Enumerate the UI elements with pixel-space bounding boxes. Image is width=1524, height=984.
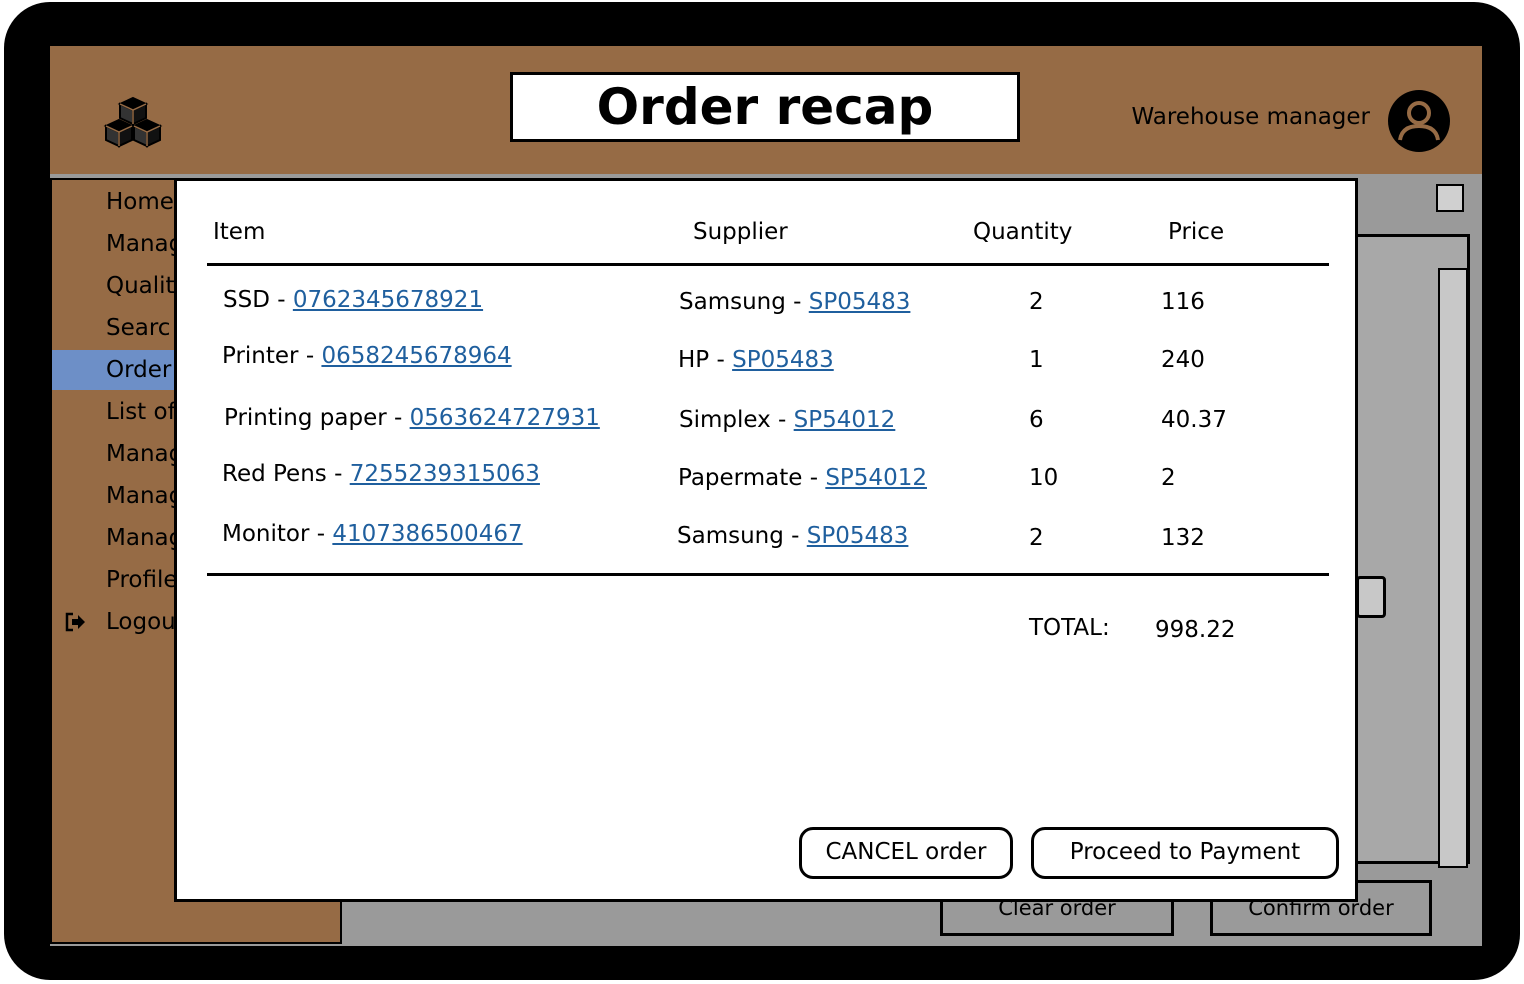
- item-cell: Monitor - 4107386500467: [222, 521, 523, 547]
- cancel-order-button[interactable]: CANCEL order: [799, 827, 1013, 879]
- item-cell: Printing paper - 0563624727931: [224, 405, 600, 431]
- quantity-cell: 2: [1029, 289, 1044, 315]
- proceed-to-payment-button[interactable]: Proceed to Payment: [1031, 827, 1339, 879]
- price-cell: 132: [1161, 525, 1205, 551]
- quantity-cell: 10: [1029, 465, 1059, 491]
- user-role-label: Warehouse manager: [1131, 104, 1370, 130]
- supplier-cell: Samsung - SP05483: [677, 523, 909, 549]
- boxes-logo-icon: [103, 96, 163, 148]
- device-frame: Order recap Warehouse manager Home Manag…: [4, 2, 1520, 980]
- supplier-cell: Papermate - SP54012: [678, 465, 927, 491]
- supplier-code-link[interactable]: SP05483: [807, 523, 909, 549]
- total-label: TOTAL:: [1029, 615, 1110, 641]
- item-code-link[interactable]: 0658245678964: [321, 343, 511, 369]
- item-cell: Printer - 0658245678964: [222, 343, 512, 369]
- item-code-link[interactable]: 0762345678921: [293, 287, 483, 313]
- supplier-cell: HP - SP05483: [678, 347, 834, 373]
- footer-divider: [207, 573, 1329, 576]
- column-header-item: Item: [213, 219, 266, 245]
- column-header-price: Price: [1168, 219, 1225, 245]
- supplier-cell: Simplex - SP54012: [679, 407, 896, 433]
- quantity-cell: 1: [1029, 347, 1044, 373]
- app-header: Order recap Warehouse manager: [50, 46, 1482, 174]
- user-avatar-icon[interactable]: [1386, 88, 1452, 154]
- supplier-code-link[interactable]: SP54012: [825, 465, 927, 491]
- background-scrollbar: [1438, 268, 1468, 868]
- price-cell: 2: [1161, 465, 1176, 491]
- item-cell: Red Pens - 7255239315063: [222, 461, 540, 487]
- supplier-cell: Samsung - SP05483: [679, 289, 911, 315]
- price-cell: 116: [1161, 289, 1205, 315]
- item-cell: SSD - 0762345678921: [223, 287, 484, 313]
- logout-icon: [65, 612, 85, 632]
- quantity-cell: 6: [1029, 407, 1044, 433]
- column-header-supplier: Supplier: [693, 219, 788, 245]
- page-title: Order recap: [510, 72, 1020, 142]
- background-stepper: [1356, 576, 1386, 618]
- item-code-link[interactable]: 7255239315063: [350, 461, 540, 487]
- header-divider: [207, 263, 1329, 266]
- supplier-code-link[interactable]: SP05483: [732, 347, 834, 373]
- quantity-cell: 2: [1029, 525, 1044, 551]
- price-cell: 240: [1161, 347, 1205, 373]
- calendar-icon: [1436, 184, 1464, 212]
- order-recap-modal: Item Supplier Quantity Price SSD - 07623…: [174, 178, 1358, 902]
- item-code-link[interactable]: 0563624727931: [410, 405, 600, 431]
- supplier-code-link[interactable]: SP54012: [794, 407, 896, 433]
- supplier-code-link[interactable]: SP05483: [809, 289, 911, 315]
- total-value: 998.22: [1155, 617, 1236, 643]
- price-cell: 40.37: [1161, 407, 1227, 433]
- column-header-quantity: Quantity: [973, 219, 1073, 245]
- item-code-link[interactable]: 4107386500467: [332, 521, 522, 547]
